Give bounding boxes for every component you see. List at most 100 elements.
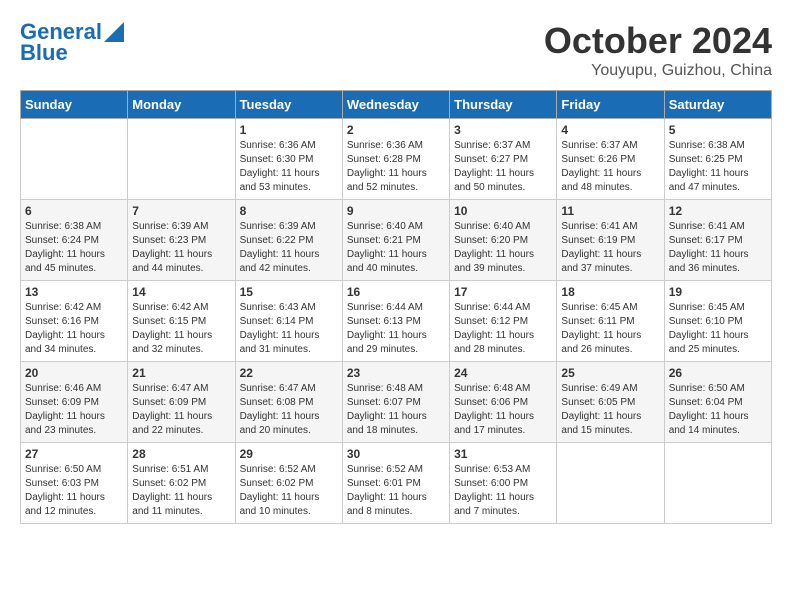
day-info: Sunrise: 6:36 AM Sunset: 6:30 PM Dayligh…: [240, 139, 338, 195]
calendar-cell: 12 Sunrise: 6:41 AM Sunset: 6:17 PM Dayli…: [664, 200, 771, 281]
day-number: 20: [25, 366, 123, 380]
day-number: 18: [561, 285, 659, 299]
calendar-cell: 11 Sunrise: 6:41 AM Sunset: 6:19 PM Dayli…: [557, 200, 664, 281]
calendar-cell: 30 Sunrise: 6:52 AM Sunset: 6:01 PM Dayli…: [342, 443, 449, 524]
calendar-day-header: Sunday: [21, 91, 128, 119]
day-number: 22: [240, 366, 338, 380]
day-info: Sunrise: 6:38 AM Sunset: 6:24 PM Dayligh…: [25, 220, 123, 276]
calendar-week-row: 13 Sunrise: 6:42 AM Sunset: 6:16 PM Dayli…: [21, 281, 772, 362]
day-number: 26: [669, 366, 767, 380]
calendar-week-row: 20Sunrise: 6:46 AM Sunset: 6:09 PM Dayli…: [21, 362, 772, 443]
day-number: 19: [669, 285, 767, 299]
calendar-cell: 31Sunrise: 6:53 AM Sunset: 6:00 PM Dayli…: [450, 443, 557, 524]
day-number: 21: [132, 366, 230, 380]
day-info: Sunrise: 6:41 AM Sunset: 6:19 PM Dayligh…: [561, 220, 659, 276]
calendar-cell: 17 Sunrise: 6:44 AM Sunset: 6:12 PM Dayli…: [450, 281, 557, 362]
day-number: 2: [347, 123, 445, 137]
day-number: 27: [25, 447, 123, 461]
day-info: Sunrise: 6:50 AM Sunset: 6:04 PM Dayligh…: [669, 382, 767, 438]
day-number: 12: [669, 204, 767, 218]
calendar-table: SundayMondayTuesdayWednesdayThursdayFrid…: [20, 90, 772, 524]
calendar-cell: 1 Sunrise: 6:36 AM Sunset: 6:30 PM Daylig…: [235, 119, 342, 200]
calendar-cell: 9 Sunrise: 6:40 AM Sunset: 6:21 PM Daylig…: [342, 200, 449, 281]
calendar-cell: [664, 443, 771, 524]
day-number: 31: [454, 447, 552, 461]
calendar-cell: 25Sunrise: 6:49 AM Sunset: 6:05 PM Dayli…: [557, 362, 664, 443]
calendar-cell: 22Sunrise: 6:47 AM Sunset: 6:08 PM Dayli…: [235, 362, 342, 443]
calendar-cell: [128, 119, 235, 200]
calendar-cell: 10 Sunrise: 6:40 AM Sunset: 6:20 PM Dayli…: [450, 200, 557, 281]
day-info: Sunrise: 6:50 AM Sunset: 6:03 PM Dayligh…: [25, 463, 123, 519]
day-number: 7: [132, 204, 230, 218]
calendar-body: 1 Sunrise: 6:36 AM Sunset: 6:30 PM Daylig…: [21, 119, 772, 524]
day-info: Sunrise: 6:43 AM Sunset: 6:14 PM Dayligh…: [240, 301, 338, 357]
day-number: 15: [240, 285, 338, 299]
day-info: Sunrise: 6:44 AM Sunset: 6:12 PM Dayligh…: [454, 301, 552, 357]
day-info: Sunrise: 6:42 AM Sunset: 6:16 PM Dayligh…: [25, 301, 123, 357]
day-number: 9: [347, 204, 445, 218]
day-number: 8: [240, 204, 338, 218]
day-number: 10: [454, 204, 552, 218]
day-number: 14: [132, 285, 230, 299]
calendar-cell: 7Sunrise: 6:39 AM Sunset: 6:23 PM Daylig…: [128, 200, 235, 281]
day-info: Sunrise: 6:45 AM Sunset: 6:11 PM Dayligh…: [561, 301, 659, 357]
day-number: 29: [240, 447, 338, 461]
calendar-cell: 20Sunrise: 6:46 AM Sunset: 6:09 PM Dayli…: [21, 362, 128, 443]
day-number: 28: [132, 447, 230, 461]
logo: General Blue: [20, 20, 124, 66]
month-title: October 2024: [544, 20, 772, 62]
calendar-cell: 14 Sunrise: 6:42 AM Sunset: 6:15 PM Dayli…: [128, 281, 235, 362]
calendar-day-header: Monday: [128, 91, 235, 119]
page-header: General Blue October 2024 Youyupu, Guizh…: [20, 20, 772, 80]
day-number: 30: [347, 447, 445, 461]
calendar-cell: 4Sunrise: 6:37 AM Sunset: 6:26 PM Daylig…: [557, 119, 664, 200]
calendar-day-header: Thursday: [450, 91, 557, 119]
calendar-cell: [21, 119, 128, 200]
day-info: Sunrise: 6:40 AM Sunset: 6:20 PM Dayligh…: [454, 220, 552, 276]
calendar-cell: 8 Sunrise: 6:39 AM Sunset: 6:22 PM Daylig…: [235, 200, 342, 281]
calendar-day-header: Saturday: [664, 91, 771, 119]
calendar-cell: 28 Sunrise: 6:51 AM Sunset: 6:02 PM Dayli…: [128, 443, 235, 524]
day-info: Sunrise: 6:37 AM Sunset: 6:26 PM Dayligh…: [561, 139, 659, 195]
day-number: 17: [454, 285, 552, 299]
day-info: Sunrise: 6:37 AM Sunset: 6:27 PM Dayligh…: [454, 139, 552, 195]
location-subtitle: Youyupu, Guizhou, China: [544, 62, 772, 80]
day-number: 25: [561, 366, 659, 380]
calendar-cell: 13 Sunrise: 6:42 AM Sunset: 6:16 PM Dayli…: [21, 281, 128, 362]
calendar-cell: 15 Sunrise: 6:43 AM Sunset: 6:14 PM Dayli…: [235, 281, 342, 362]
calendar-cell: 29 Sunrise: 6:52 AM Sunset: 6:02 PM Dayli…: [235, 443, 342, 524]
calendar-cell: 23Sunrise: 6:48 AM Sunset: 6:07 PM Dayli…: [342, 362, 449, 443]
day-number: 13: [25, 285, 123, 299]
day-number: 11: [561, 204, 659, 218]
day-info: Sunrise: 6:52 AM Sunset: 6:02 PM Dayligh…: [240, 463, 338, 519]
calendar-cell: 21Sunrise: 6:47 AM Sunset: 6:09 PM Dayli…: [128, 362, 235, 443]
day-number: 6: [25, 204, 123, 218]
day-info: Sunrise: 6:41 AM Sunset: 6:17 PM Dayligh…: [669, 220, 767, 276]
calendar-cell: 24Sunrise: 6:48 AM Sunset: 6:06 PM Dayli…: [450, 362, 557, 443]
calendar-cell: 18 Sunrise: 6:45 AM Sunset: 6:11 PM Dayli…: [557, 281, 664, 362]
day-info: Sunrise: 6:51 AM Sunset: 6:02 PM Dayligh…: [132, 463, 230, 519]
day-number: 1: [240, 123, 338, 137]
logo-icon: [104, 22, 124, 42]
calendar-cell: 27 Sunrise: 6:50 AM Sunset: 6:03 PM Dayli…: [21, 443, 128, 524]
calendar-day-header: Wednesday: [342, 91, 449, 119]
calendar-day-header: Tuesday: [235, 91, 342, 119]
calendar-cell: 19 Sunrise: 6:45 AM Sunset: 6:10 PM Dayli…: [664, 281, 771, 362]
day-number: 3: [454, 123, 552, 137]
day-info: Sunrise: 6:36 AM Sunset: 6:28 PM Dayligh…: [347, 139, 445, 195]
day-number: 23: [347, 366, 445, 380]
title-block: October 2024 Youyupu, Guizhou, China: [544, 20, 772, 80]
day-info: Sunrise: 6:40 AM Sunset: 6:21 PM Dayligh…: [347, 220, 445, 276]
day-info: Sunrise: 6:52 AM Sunset: 6:01 PM Dayligh…: [347, 463, 445, 519]
calendar-week-row: 27 Sunrise: 6:50 AM Sunset: 6:03 PM Dayli…: [21, 443, 772, 524]
day-info: Sunrise: 6:44 AM Sunset: 6:13 PM Dayligh…: [347, 301, 445, 357]
calendar-cell: 2 Sunrise: 6:36 AM Sunset: 6:28 PM Daylig…: [342, 119, 449, 200]
day-info: Sunrise: 6:42 AM Sunset: 6:15 PM Dayligh…: [132, 301, 230, 357]
calendar-cell: 6 Sunrise: 6:38 AM Sunset: 6:24 PM Daylig…: [21, 200, 128, 281]
calendar-cell: 5Sunrise: 6:38 AM Sunset: 6:25 PM Daylig…: [664, 119, 771, 200]
day-info: Sunrise: 6:39 AM Sunset: 6:22 PM Dayligh…: [240, 220, 338, 276]
day-info: Sunrise: 6:48 AM Sunset: 6:06 PM Dayligh…: [454, 382, 552, 438]
day-info: Sunrise: 6:45 AM Sunset: 6:10 PM Dayligh…: [669, 301, 767, 357]
calendar-week-row: 6 Sunrise: 6:38 AM Sunset: 6:24 PM Daylig…: [21, 200, 772, 281]
calendar-day-header: Friday: [557, 91, 664, 119]
